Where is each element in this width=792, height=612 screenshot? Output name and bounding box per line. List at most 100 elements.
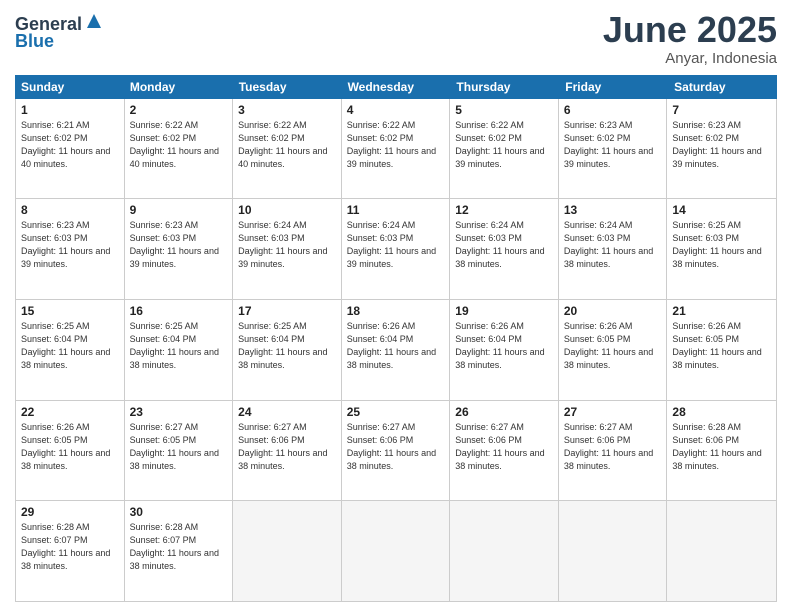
calendar-cell: 14 Sunrise: 6:25 AMSunset: 6:03 PMDaylig… bbox=[667, 199, 776, 299]
calendar-week-5: 29 Sunrise: 6:28 AMSunset: 6:07 PMDaylig… bbox=[16, 501, 776, 601]
header-friday: Friday bbox=[559, 75, 668, 99]
day-number: 17 bbox=[238, 304, 336, 318]
calendar-body: 1 Sunrise: 6:21 AMSunset: 6:02 PMDayligh… bbox=[15, 99, 777, 602]
calendar-subtitle: Anyar, Indonesia bbox=[603, 50, 777, 67]
page: General Blue June 2025 Anyar, Indonesia … bbox=[0, 0, 792, 612]
day-number: 13 bbox=[564, 203, 662, 217]
cell-info: Sunrise: 6:23 AMSunset: 6:03 PMDaylight:… bbox=[130, 219, 228, 271]
cell-info: Sunrise: 6:25 AMSunset: 6:03 PMDaylight:… bbox=[672, 219, 771, 271]
day-number: 30 bbox=[130, 505, 228, 519]
calendar-cell: 13 Sunrise: 6:24 AMSunset: 6:03 PMDaylig… bbox=[559, 199, 668, 299]
calendar-cell: 4 Sunrise: 6:22 AMSunset: 6:02 PMDayligh… bbox=[342, 99, 451, 199]
cell-info: Sunrise: 6:27 AMSunset: 6:06 PMDaylight:… bbox=[347, 421, 445, 473]
cell-info: Sunrise: 6:25 AMSunset: 6:04 PMDaylight:… bbox=[130, 320, 228, 372]
day-number: 1 bbox=[21, 103, 119, 117]
cell-info: Sunrise: 6:26 AMSunset: 6:04 PMDaylight:… bbox=[347, 320, 445, 372]
calendar-cell: 25 Sunrise: 6:27 AMSunset: 6:06 PMDaylig… bbox=[342, 401, 451, 501]
title-area: June 2025 Anyar, Indonesia bbox=[603, 10, 777, 67]
calendar-cell: 7 Sunrise: 6:23 AMSunset: 6:02 PMDayligh… bbox=[667, 99, 776, 199]
day-number: 22 bbox=[21, 405, 119, 419]
day-number: 2 bbox=[130, 103, 228, 117]
logo-text: General Blue bbox=[15, 14, 105, 52]
cell-info: Sunrise: 6:28 AMSunset: 6:07 PMDaylight:… bbox=[130, 521, 228, 573]
cell-info: Sunrise: 6:23 AMSunset: 6:02 PMDaylight:… bbox=[672, 119, 771, 171]
cell-info: Sunrise: 6:26 AMSunset: 6:04 PMDaylight:… bbox=[455, 320, 553, 372]
calendar-cell: 17 Sunrise: 6:25 AMSunset: 6:04 PMDaylig… bbox=[233, 300, 342, 400]
cell-info: Sunrise: 6:22 AMSunset: 6:02 PMDaylight:… bbox=[130, 119, 228, 171]
header-wednesday: Wednesday bbox=[342, 75, 451, 99]
logo-icon bbox=[83, 10, 105, 32]
cell-info: Sunrise: 6:24 AMSunset: 6:03 PMDaylight:… bbox=[347, 219, 445, 271]
cell-info: Sunrise: 6:24 AMSunset: 6:03 PMDaylight:… bbox=[238, 219, 336, 271]
calendar-cell: 21 Sunrise: 6:26 AMSunset: 6:05 PMDaylig… bbox=[667, 300, 776, 400]
calendar-cell: 24 Sunrise: 6:27 AMSunset: 6:06 PMDaylig… bbox=[233, 401, 342, 501]
cell-info: Sunrise: 6:25 AMSunset: 6:04 PMDaylight:… bbox=[21, 320, 119, 372]
day-number: 8 bbox=[21, 203, 119, 217]
calendar-cell: 3 Sunrise: 6:22 AMSunset: 6:02 PMDayligh… bbox=[233, 99, 342, 199]
day-number: 3 bbox=[238, 103, 336, 117]
day-number: 20 bbox=[564, 304, 662, 318]
header-tuesday: Tuesday bbox=[233, 75, 342, 99]
calendar-cell: 18 Sunrise: 6:26 AMSunset: 6:04 PMDaylig… bbox=[342, 300, 451, 400]
day-number: 21 bbox=[672, 304, 771, 318]
calendar-cell: 26 Sunrise: 6:27 AMSunset: 6:06 PMDaylig… bbox=[450, 401, 559, 501]
header: General Blue June 2025 Anyar, Indonesia bbox=[15, 10, 777, 67]
cell-info: Sunrise: 6:27 AMSunset: 6:06 PMDaylight:… bbox=[238, 421, 336, 473]
calendar-cell bbox=[342, 501, 451, 601]
day-number: 4 bbox=[347, 103, 445, 117]
cell-info: Sunrise: 6:25 AMSunset: 6:04 PMDaylight:… bbox=[238, 320, 336, 372]
header-sunday: Sunday bbox=[15, 75, 124, 99]
cell-info: Sunrise: 6:21 AMSunset: 6:02 PMDaylight:… bbox=[21, 119, 119, 171]
cell-info: Sunrise: 6:28 AMSunset: 6:06 PMDaylight:… bbox=[672, 421, 771, 473]
day-number: 29 bbox=[21, 505, 119, 519]
calendar-cell bbox=[233, 501, 342, 601]
day-number: 18 bbox=[347, 304, 445, 318]
header-monday: Monday bbox=[124, 75, 233, 99]
day-number: 24 bbox=[238, 405, 336, 419]
calendar-cell: 2 Sunrise: 6:22 AMSunset: 6:02 PMDayligh… bbox=[125, 99, 234, 199]
cell-info: Sunrise: 6:27 AMSunset: 6:06 PMDaylight:… bbox=[455, 421, 553, 473]
calendar-cell: 9 Sunrise: 6:23 AMSunset: 6:03 PMDayligh… bbox=[125, 199, 234, 299]
calendar-cell: 19 Sunrise: 6:26 AMSunset: 6:04 PMDaylig… bbox=[450, 300, 559, 400]
calendar-week-3: 15 Sunrise: 6:25 AMSunset: 6:04 PMDaylig… bbox=[16, 300, 776, 401]
calendar-cell: 30 Sunrise: 6:28 AMSunset: 6:07 PMDaylig… bbox=[125, 501, 234, 601]
cell-info: Sunrise: 6:22 AMSunset: 6:02 PMDaylight:… bbox=[347, 119, 445, 171]
calendar-cell bbox=[667, 501, 776, 601]
calendar-cell: 11 Sunrise: 6:24 AMSunset: 6:03 PMDaylig… bbox=[342, 199, 451, 299]
day-number: 10 bbox=[238, 203, 336, 217]
calendar-cell: 23 Sunrise: 6:27 AMSunset: 6:05 PMDaylig… bbox=[125, 401, 234, 501]
cell-info: Sunrise: 6:27 AMSunset: 6:06 PMDaylight:… bbox=[564, 421, 662, 473]
calendar-cell: 10 Sunrise: 6:24 AMSunset: 6:03 PMDaylig… bbox=[233, 199, 342, 299]
cell-info: Sunrise: 6:24 AMSunset: 6:03 PMDaylight:… bbox=[455, 219, 553, 271]
day-number: 19 bbox=[455, 304, 553, 318]
calendar: Sunday Monday Tuesday Wednesday Thursday… bbox=[15, 75, 777, 602]
day-number: 26 bbox=[455, 405, 553, 419]
day-number: 23 bbox=[130, 405, 228, 419]
calendar-cell: 12 Sunrise: 6:24 AMSunset: 6:03 PMDaylig… bbox=[450, 199, 559, 299]
cell-info: Sunrise: 6:26 AMSunset: 6:05 PMDaylight:… bbox=[564, 320, 662, 372]
header-saturday: Saturday bbox=[668, 75, 777, 99]
day-number: 25 bbox=[347, 405, 445, 419]
header-thursday: Thursday bbox=[450, 75, 559, 99]
day-number: 7 bbox=[672, 103, 771, 117]
calendar-cell: 29 Sunrise: 6:28 AMSunset: 6:07 PMDaylig… bbox=[16, 501, 125, 601]
calendar-cell: 16 Sunrise: 6:25 AMSunset: 6:04 PMDaylig… bbox=[125, 300, 234, 400]
day-number: 16 bbox=[130, 304, 228, 318]
calendar-cell: 6 Sunrise: 6:23 AMSunset: 6:02 PMDayligh… bbox=[559, 99, 668, 199]
day-number: 27 bbox=[564, 405, 662, 419]
calendar-cell bbox=[559, 501, 668, 601]
day-number: 14 bbox=[672, 203, 771, 217]
day-number: 9 bbox=[130, 203, 228, 217]
cell-info: Sunrise: 6:26 AMSunset: 6:05 PMDaylight:… bbox=[672, 320, 771, 372]
cell-info: Sunrise: 6:22 AMSunset: 6:02 PMDaylight:… bbox=[238, 119, 336, 171]
cell-info: Sunrise: 6:23 AMSunset: 6:02 PMDaylight:… bbox=[564, 119, 662, 171]
cell-info: Sunrise: 6:22 AMSunset: 6:02 PMDaylight:… bbox=[455, 119, 553, 171]
day-number: 28 bbox=[672, 405, 771, 419]
cell-info: Sunrise: 6:23 AMSunset: 6:03 PMDaylight:… bbox=[21, 219, 119, 271]
calendar-cell: 27 Sunrise: 6:27 AMSunset: 6:06 PMDaylig… bbox=[559, 401, 668, 501]
day-number: 11 bbox=[347, 203, 445, 217]
calendar-title: June 2025 bbox=[603, 10, 777, 50]
cell-info: Sunrise: 6:26 AMSunset: 6:05 PMDaylight:… bbox=[21, 421, 119, 473]
calendar-cell: 22 Sunrise: 6:26 AMSunset: 6:05 PMDaylig… bbox=[16, 401, 125, 501]
calendar-cell: 5 Sunrise: 6:22 AMSunset: 6:02 PMDayligh… bbox=[450, 99, 559, 199]
